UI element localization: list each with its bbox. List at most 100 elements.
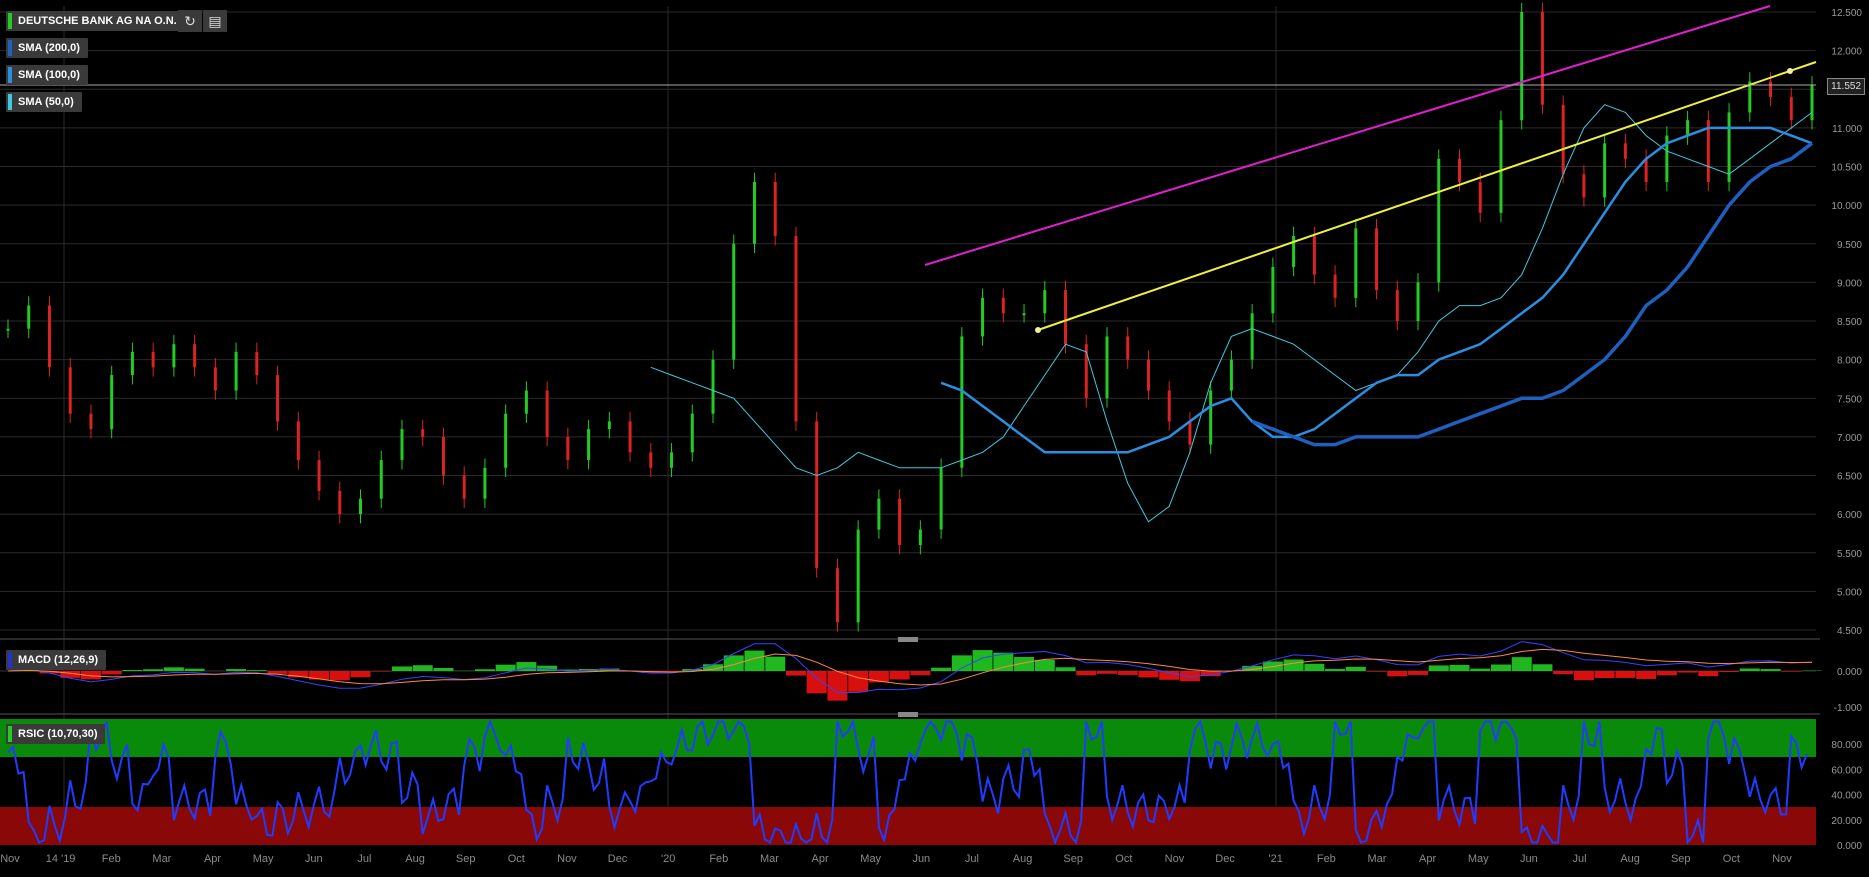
candle-body: [48, 306, 51, 368]
instrument-color-bar: [8, 13, 12, 29]
y-tick-label: 12.000: [1831, 47, 1862, 58]
x-tick-label: Apr: [204, 853, 221, 865]
y-tick-label: 5.500: [1837, 549, 1862, 560]
pane-resize-handle-1[interactable]: [898, 637, 918, 642]
candle-body: [1811, 85, 1814, 120]
macd-histogram-bar: [164, 667, 184, 671]
trendlines: [925, 6, 1816, 333]
macd-histogram-bar: [827, 671, 847, 701]
x-tick-label: Mar: [760, 853, 779, 865]
macd-histogram-bar: [1387, 671, 1407, 676]
trendline-upper[interactable]: [925, 6, 1770, 265]
candle-body: [421, 429, 424, 437]
candle-body: [276, 375, 279, 421]
indicator-badge-rsi[interactable]: RSIC (10,70,30): [6, 724, 105, 744]
macd-histogram-bar: [1325, 669, 1345, 671]
candle-body: [1728, 112, 1731, 182]
candle-body: [214, 367, 217, 390]
x-axis: Nov14 '19FebMarAprMayJunJulAugSepOctNovD…: [0, 853, 1792, 865]
x-tick-label: Oct: [508, 853, 525, 865]
sma50-color-bar: [8, 94, 12, 110]
trendline-handle-right[interactable]: [1787, 68, 1793, 74]
candle-body: [1375, 228, 1378, 290]
price-chart[interactable]: 12.50012.00011.50011.00010.50010.0009.50…: [0, 0, 1869, 872]
sma100-color-bar: [8, 67, 12, 83]
x-tick-label: Aug: [405, 853, 425, 865]
indicator-badge-macd[interactable]: MACD (12,26,9): [6, 650, 106, 670]
candle-body: [1251, 313, 1254, 359]
y-tick-label: 11.000: [1832, 124, 1862, 135]
macd-histogram-bar: [1740, 668, 1760, 671]
trendline-yellow[interactable]: [1038, 62, 1816, 330]
candle-body: [877, 499, 880, 530]
candle-body: [297, 421, 300, 460]
macd-histogram-bar: [330, 671, 350, 680]
rsi-overbought-zone: [0, 719, 1816, 757]
candle-body: [1126, 336, 1129, 359]
indicator-badge-sma50[interactable]: SMA (50,0): [6, 92, 82, 112]
x-tick-label: Jun: [1520, 853, 1538, 865]
pane-resize-handle-2[interactable]: [898, 712, 918, 717]
x-tick-label: Feb: [102, 853, 121, 865]
y-tick-label: 10.000: [1831, 201, 1862, 212]
rsi-tick-label: 20.000: [1831, 816, 1862, 827]
sma50-label: SMA (50,0): [18, 96, 74, 108]
indicator-badge-sma100[interactable]: SMA (100,0): [6, 65, 88, 85]
candle-body: [587, 429, 590, 460]
macd-histogram-bar: [496, 665, 516, 671]
x-tick-label: Sep: [1671, 853, 1691, 865]
indicator-badge-sma200[interactable]: SMA (200,0): [6, 38, 88, 58]
candle-body: [1354, 228, 1357, 298]
macd-histogram-bar: [890, 671, 910, 679]
x-tick-label: Jun: [305, 853, 323, 865]
candle-body: [1645, 159, 1648, 182]
x-tick-label: Sep: [456, 853, 476, 865]
macd-histogram-bar: [413, 665, 433, 671]
candle-body: [1624, 143, 1627, 158]
refresh-icon[interactable]: ↻: [178, 10, 202, 32]
rsi-color-bar: [8, 726, 12, 742]
candle-body: [1064, 290, 1067, 344]
candle-body: [649, 452, 652, 467]
candle-body: [815, 421, 818, 568]
macd-tick-label: 0.000: [1837, 667, 1862, 678]
chart-stage: 12.50012.00011.50011.00010.50010.0009.50…: [0, 0, 1869, 872]
macd-histogram-bar: [952, 655, 972, 671]
candle-body: [1769, 82, 1772, 97]
candle-body: [483, 468, 486, 499]
macd-histogram-bar: [351, 671, 371, 677]
macd-histogram-bar: [807, 671, 827, 693]
macd-histogram-bar: [1284, 659, 1304, 671]
candle-body: [1188, 421, 1191, 444]
macd-histogram-bar: [143, 669, 163, 671]
candle-body: [940, 468, 943, 530]
sma200-color-bar: [8, 40, 12, 56]
candle-body: [629, 421, 632, 452]
x-tick-label: May: [253, 853, 274, 865]
x-tick-label: '21: [1269, 853, 1283, 865]
y-tick-label: 5.000: [1837, 587, 1862, 598]
candle-body: [1582, 174, 1585, 197]
candle-body: [69, 367, 72, 413]
candle-body: [1105, 336, 1108, 398]
trendline-handle-left[interactable]: [1035, 327, 1041, 333]
y-tick-label: 6.500: [1837, 472, 1862, 483]
candle-body: [27, 306, 30, 329]
macd-histogram-bar: [786, 671, 806, 676]
candle-body: [1437, 159, 1440, 283]
candle-body: [857, 530, 860, 623]
candle-body: [1313, 236, 1316, 275]
last-price-tag: 11.552: [1827, 78, 1865, 95]
y-tick-label: 7.500: [1837, 394, 1862, 405]
settings-icon[interactable]: ▤: [203, 10, 227, 32]
instrument-badge[interactable]: DEUTSCHE BANK AG NA O.N.: [6, 11, 185, 31]
candle-body: [235, 352, 238, 391]
macd-histogram-bar: [1574, 671, 1594, 680]
candle-body: [1603, 143, 1606, 197]
macd-histogram-bar: [910, 671, 930, 675]
candle-body: [338, 491, 341, 514]
macd-histogram-bar: [1076, 671, 1096, 675]
candle-body: [670, 452, 673, 467]
x-tick-label: Nov: [0, 853, 20, 865]
candle-body: [981, 298, 984, 337]
